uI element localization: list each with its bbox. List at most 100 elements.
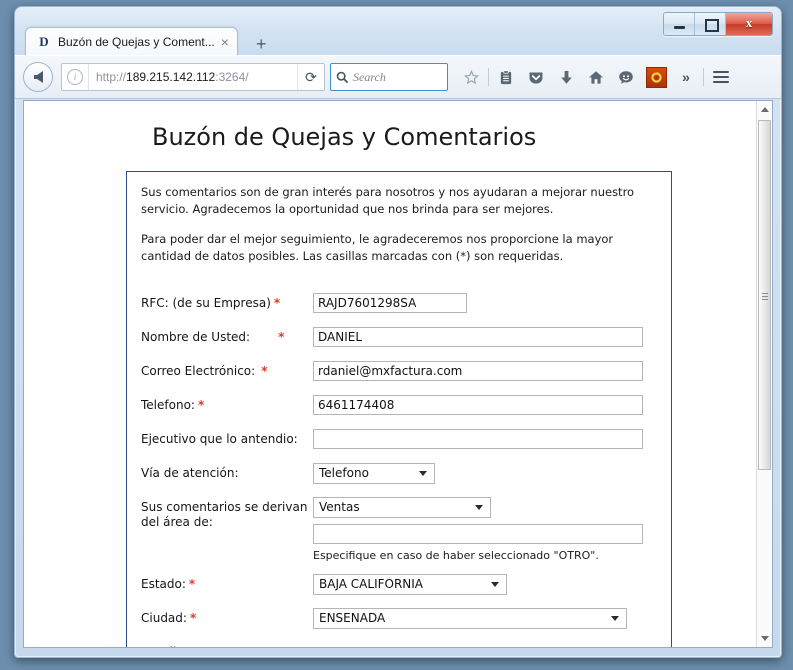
label-telefono-text: Telefono: [141,397,195,412]
field-via-atencion: Telefono [313,462,657,484]
content-viewport: Buzón de Quejas y Comentarios Sus coment… [23,100,773,648]
required-asterisk-detalle: * [191,645,197,647]
sun-settings-icon [645,66,667,88]
chevron-down-icon [761,636,769,641]
label-rfc-text: RFC: (de su Empresa) [141,295,271,310]
browser-tab[interactable]: D Buzón de Quejas y Coment... × [25,27,238,55]
form-row-rfc: RFC: (de su Empresa) * [141,292,657,315]
form-row-nombre: Nombre de Usted: * [141,326,657,349]
pocket-shield-icon[interactable] [521,63,551,91]
favicon-icon: D [39,34,49,49]
detalle-note-line-1: Favor de anotar todos los detalles de su… [313,642,657,647]
hamburger-menu-icon[interactable] [706,63,736,91]
close-icon: x [745,15,753,30]
nombre-input[interactable] [313,326,643,347]
label-estado: Estado: * [141,574,313,592]
search-icon [331,71,353,84]
required-asterisk-correo: * [261,363,268,378]
form-row-via-atencion: Vía de atención: Telefono [141,462,657,485]
title-bar: D Buzón de Quejas y Coment... × + x [15,7,781,55]
label-rfc: RFC: (de su Empresa) * [141,293,313,311]
telefono-input[interactable] [313,394,643,415]
via-atencion-select[interactable]: Telefono [313,462,435,484]
bookmark-star-icon[interactable] [456,63,486,91]
label-ciudad: Ciudad: * [141,608,313,626]
window-controls: x [663,12,773,36]
page-title: Buzón de Quejas y Comentarios [152,123,537,151]
scroll-up-button[interactable] [757,101,772,118]
field-ejecutivo [313,428,657,449]
form-row-correo: Correo Electrónico: * [141,360,657,383]
new-tab-button[interactable]: + [248,35,275,53]
minimize-icon [674,26,685,29]
download-arrow-icon[interactable] [551,63,581,91]
label-area: Sus comentarios se derivan del área de: [141,499,308,529]
field-ciudad: ENSENADA [313,607,657,629]
search-bar[interactable]: Search [330,63,448,91]
close-tab-icon[interactable]: × [221,35,229,49]
browser-window: D Buzón de Quejas y Coment... × + x i ht… [14,6,782,658]
url-host: 189.215.142.112 [126,70,216,84]
label-correo: Correo Electrónico: * [141,361,313,379]
overflow-chevrons-icon[interactable]: » [671,63,701,91]
maximize-button[interactable] [695,13,726,35]
rfc-input[interactable] [313,292,467,313]
form-row-ejecutivo: Ejecutivo que lo antendio: [141,428,657,451]
feedback-form-panel: Sus comentarios son de gran interés para… [126,171,672,647]
estado-select[interactable]: BAJA CALIFORNIA [313,573,507,595]
home-icon[interactable] [581,63,611,91]
tab-strip: D Buzón de Quejas y Coment... × + [25,27,274,55]
intro-paragraph-1: Sus comentarios son de gran interés para… [141,185,635,216]
label-detalle-text: Detalle: [141,645,188,647]
required-asterisk-ciudad: * [189,610,197,625]
address-bar[interactable]: i http://189.215.142.112:3264/ ⟳ [61,63,325,91]
page-scrollbar[interactable] [756,101,772,647]
required-asterisk-nombre: * [278,329,285,344]
minimize-button[interactable] [664,13,695,35]
label-detalle: Detalle:* [141,642,313,647]
ejecutivo-input[interactable] [313,428,643,449]
arrow-left-icon [33,71,43,83]
toolbar-icon-group: » [456,63,736,91]
label-estado-text: Estado: [141,576,186,591]
label-correo-text: Correo Electrónico: [141,363,256,378]
chat-smiley-icon[interactable] [611,63,641,91]
label-ejecutivo: Ejecutivo que lo antendio: [141,431,298,446]
area-select[interactable]: Ventas [313,496,491,518]
search-placeholder: Search [353,69,386,84]
web-page: Buzón de Quejas y Comentarios Sus coment… [24,101,757,647]
scroll-down-button[interactable] [757,630,772,647]
form-row-detalle: Detalle:* Favor de anotar todos los deta… [141,642,657,647]
form-fields: RFC: (de su Empresa)* Nombre de Usted:* [141,292,657,647]
form-row-estado: Estado: * BAJA CALIFORNIA [141,573,657,596]
area-other-input[interactable] [313,523,643,544]
reader-list-icon[interactable] [491,63,521,91]
field-nombre [313,326,657,347]
url-port-path: :3264/ [215,70,249,84]
url-scheme: http:// [96,70,127,84]
field-area: Ventas Especifique en caso de haber sele… [313,496,657,562]
close-window-button[interactable]: x [726,13,772,35]
scrollbar-thumb[interactable] [758,120,771,470]
toolbar-divider [488,68,489,86]
field-correo [313,360,657,381]
reload-icon[interactable]: ⟳ [297,64,324,90]
field-detalle: Favor de anotar todos los detalles de su… [313,642,657,647]
field-telefono [313,394,657,415]
site-identity-icon[interactable]: i [62,64,89,90]
ciudad-select[interactable]: ENSENADA [313,607,627,629]
estado-value: BAJA CALIFORNIA [319,577,424,592]
toolbar-divider-2 [703,68,704,86]
required-asterisk-estado: * [188,576,196,591]
back-button[interactable] [23,62,53,92]
field-estado: BAJA CALIFORNIA [313,573,657,595]
scrollbar-grip-icon [762,291,768,302]
label-via-atencion: Vía de atención: [141,465,239,480]
label-nombre-text: Nombre de Usted: [141,329,251,344]
correo-input[interactable] [313,360,643,381]
label-telefono: Telefono: * [141,395,313,413]
maximize-icon [705,19,719,32]
intro-paragraph-2: Para poder dar el mejor seguimiento, le … [141,232,614,264]
area-hint: Especifique en caso de haber seleccionad… [313,548,599,562]
sun-settings-button[interactable] [641,63,671,91]
